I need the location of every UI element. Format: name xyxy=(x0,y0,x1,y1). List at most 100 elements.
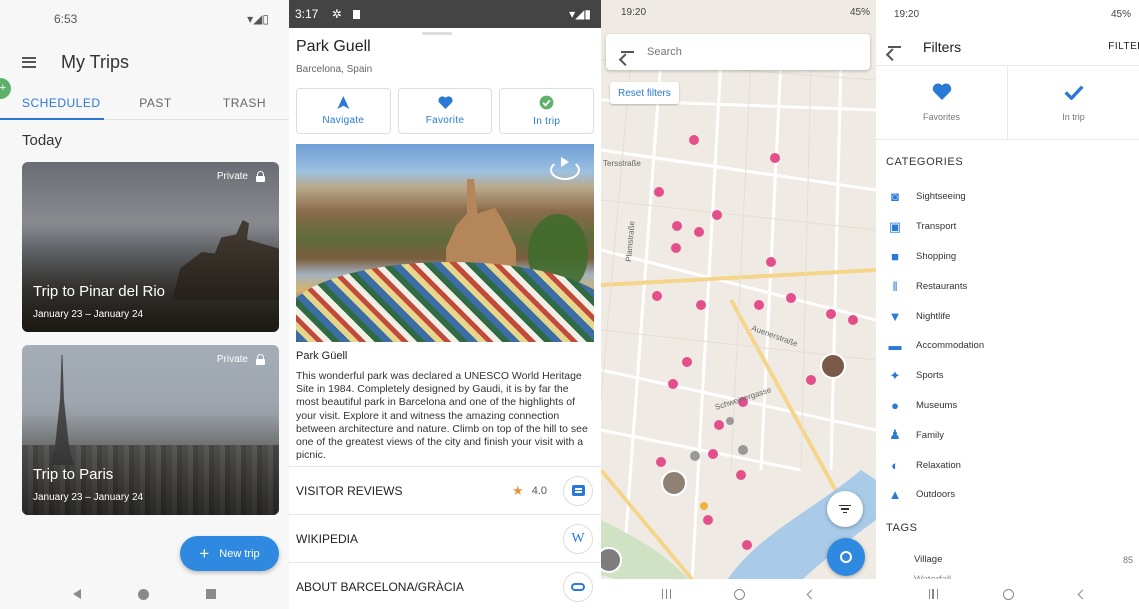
sheet-handle[interactable] xyxy=(422,32,452,35)
category-label: Restaurants xyxy=(916,280,968,292)
camera-icon: ◙ xyxy=(891,189,899,205)
apply-filter-button[interactable]: FILTER xyxy=(1108,41,1139,52)
category-item[interactable]: ● Museums xyxy=(876,391,1139,421)
category-item[interactable]: ■ Shopping xyxy=(876,242,1139,272)
category-label: Outdoors xyxy=(916,489,956,501)
category-item[interactable]: ▬ Accommodation xyxy=(876,331,1139,361)
wikipedia-icon: W xyxy=(571,530,585,546)
recents-icon[interactable] xyxy=(662,589,672,599)
back-icon[interactable] xyxy=(1077,589,1088,599)
in-trip-button[interactable]: In trip xyxy=(499,88,595,134)
tab-trash[interactable]: TRASH xyxy=(200,86,289,119)
gear-icon: ✲ xyxy=(331,7,342,21)
tags-header: TAGS xyxy=(886,521,918,534)
visitor-reviews-row[interactable]: VISITOR REVIEWS ★ 4.0 xyxy=(289,466,601,514)
wikipedia-button[interactable]: W xyxy=(563,523,593,554)
category-label: Sightseeing xyxy=(916,191,966,203)
reviews-button[interactable] xyxy=(563,475,593,506)
category-item[interactable]: ◙ Sightseeing xyxy=(876,182,1139,212)
filter-button[interactable] xyxy=(827,491,863,527)
navigate-button[interactable]: Navigate xyxy=(296,88,391,134)
rating-value: 4.0 xyxy=(531,484,547,497)
category-item[interactable]: ▣ Transport xyxy=(876,212,1139,242)
favorites-label: Favorites xyxy=(922,112,960,122)
in-trip-label: In trip xyxy=(533,116,561,127)
page-title: Filters xyxy=(923,38,962,55)
bed-icon: ▬ xyxy=(888,338,902,354)
place-detail-screen: 3:17 ✲ ▾◢▮ Park Guell Barcelona, Spain N… xyxy=(289,0,601,609)
street-label: Tersstraße xyxy=(603,159,641,168)
category-item[interactable]: ‖ Restaurants xyxy=(876,271,1139,301)
new-trip-button[interactable]: + New trip xyxy=(180,536,279,571)
bag-icon: ■ xyxy=(891,248,899,264)
place-description: This wonderful park was declared a UNESC… xyxy=(296,370,588,462)
status-bar: 19:20 45% xyxy=(876,0,1139,28)
home-icon[interactable] xyxy=(1002,588,1014,600)
new-trip-label: New trip xyxy=(219,547,260,560)
map-screen: Tersstraße Plamstraße Auenerstraße Schwe… xyxy=(601,0,876,609)
reset-filters-button[interactable]: Reset filters xyxy=(610,82,679,104)
category-label: Relaxation xyxy=(916,459,961,471)
system-nav-bar xyxy=(0,579,289,609)
back-arrow-icon[interactable] xyxy=(888,45,901,48)
status-time: 19:20 xyxy=(894,8,920,20)
category-item[interactable]: ▲ Outdoors xyxy=(876,480,1139,510)
bus-icon: ▣ xyxy=(888,218,902,234)
rating: ★ 4.0 xyxy=(512,483,547,499)
category-label: Shopping xyxy=(916,250,957,262)
in-trip-label: In trip xyxy=(1062,111,1085,122)
filter-toggles: Favorites In trip xyxy=(876,66,1139,140)
search-bar[interactable] xyxy=(606,34,870,70)
section-today: Today xyxy=(22,132,63,149)
star-icon: ★ xyxy=(512,482,524,498)
home-icon[interactable] xyxy=(733,588,745,600)
tag-item[interactable]: Village 85 xyxy=(876,546,1139,574)
place-location: Barcelona, Spain xyxy=(296,64,373,75)
location-target-icon xyxy=(840,551,852,563)
category-label: Accommodation xyxy=(916,340,985,352)
home-icon[interactable] xyxy=(137,588,149,600)
category-label: Family xyxy=(916,429,944,441)
lock-icon xyxy=(256,354,265,365)
search-input[interactable] xyxy=(647,46,847,58)
category-item[interactable]: ◐ Relaxation xyxy=(876,450,1139,480)
status-battery: 45% xyxy=(849,6,870,18)
link-button[interactable] xyxy=(563,571,593,602)
wikipedia-label: WIKIPEDIA xyxy=(296,531,359,546)
in-trip-toggle[interactable]: In trip xyxy=(1007,66,1139,139)
category-item[interactable]: ✦ Sports xyxy=(876,361,1139,391)
recents-icon[interactable] xyxy=(928,589,938,599)
trips-screen: 6:53 ▾◢▯ + My Trips SCHEDULED PAST TRASH… xyxy=(0,0,289,609)
about-city-row[interactable]: ABOUT BARCELONA/GRÀCIA xyxy=(289,562,601,609)
tab-past[interactable]: PAST xyxy=(111,86,200,119)
favorite-button[interactable]: Favorite xyxy=(397,88,493,134)
back-icon[interactable] xyxy=(806,589,817,599)
categories-header: CATEGORIES xyxy=(886,156,964,168)
place-photo[interactable] xyxy=(296,144,594,342)
category-list: ◙ Sightseeing ▣ Transport ■ Shopping ‖ Resta… xyxy=(876,182,1139,510)
my-location-button[interactable] xyxy=(827,538,865,576)
category-item[interactable]: ♟ Family xyxy=(876,420,1139,450)
recents-icon[interactable] xyxy=(205,589,216,599)
tab-scheduled[interactable]: SCHEDULED xyxy=(0,86,111,119)
heart-icon xyxy=(437,96,453,109)
sd-card-icon xyxy=(353,10,361,19)
category-label: Sports xyxy=(916,370,944,382)
menu-icon[interactable] xyxy=(22,56,36,68)
visitor-reviews-label: VISITOR REVIEWS xyxy=(296,483,403,498)
status-icons: ▾◢▮ xyxy=(569,7,591,21)
tent-icon: ▲ xyxy=(888,487,902,503)
trip-title: Trip to Pinar del Rio xyxy=(33,283,165,300)
plus-icon: + xyxy=(199,544,210,563)
favorites-toggle[interactable]: Favorites xyxy=(876,66,1007,139)
filters-screen: 19:20 45% Filters FILTER Favorites In tr… xyxy=(876,0,1139,609)
wikipedia-row[interactable]: WIKIPEDIA W xyxy=(289,514,601,562)
status-bar: 6:53 ▾◢▯ xyxy=(0,0,289,38)
category-item[interactable]: ▼ Nightlife xyxy=(876,301,1139,331)
back-arrow-icon[interactable] xyxy=(621,51,634,53)
trip-title: Trip to Paris xyxy=(33,466,114,483)
relax-icon: ◐ xyxy=(891,457,899,473)
back-icon[interactable] xyxy=(73,589,82,599)
trip-card[interactable]: Private Trip to Paris January 23 – Janua… xyxy=(22,345,279,515)
trip-card[interactable]: Private Trip to Pinar del Rio January 23… xyxy=(22,162,279,332)
